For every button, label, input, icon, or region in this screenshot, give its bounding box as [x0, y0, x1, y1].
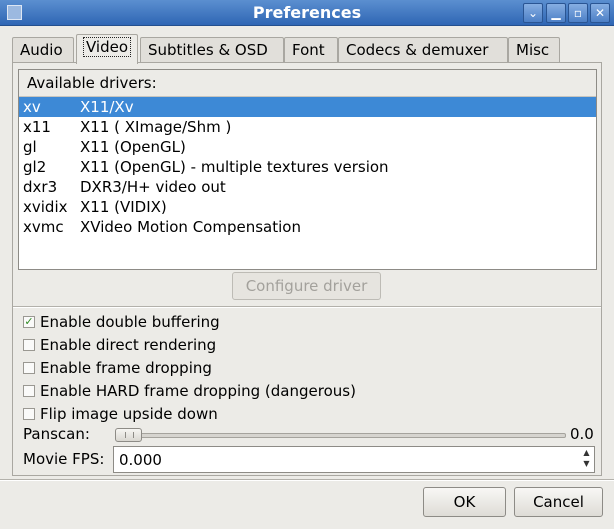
driver-description: DXR3/H+ video out [80, 178, 226, 196]
driver-description: X11 (OpenGL) - multiple textures version [80, 158, 389, 176]
tab-label: Font [292, 41, 325, 59]
driver-row-xv[interactable]: xv X11/Xv [19, 97, 596, 117]
checkbox-box[interactable] [23, 408, 35, 420]
panscan-slider-track[interactable] [117, 433, 566, 438]
driver-name: xvidix [23, 198, 68, 216]
window-title: Preferences [252, 3, 362, 22]
checkbox-label: Enable frame dropping [40, 359, 212, 377]
panscan-slider-handle[interactable] [115, 428, 142, 442]
panscan-label: Panscan: [23, 425, 90, 443]
checkbox-box[interactable] [23, 339, 35, 351]
tab-label: Codecs & demuxer [346, 41, 489, 59]
driver-description: X11/Xv [80, 98, 134, 116]
driver-row-dxr3[interactable]: dxr3 DXR3/H+ video out [19, 177, 596, 197]
driver-row-xvmc[interactable]: xvmc XVideo Motion Compensation [19, 217, 596, 237]
panscan-value: 0.0 [570, 425, 594, 443]
tab-codecs-demuxer[interactable]: Codecs & demuxer [338, 37, 508, 63]
maximize-icon[interactable]: ▫ [568, 3, 588, 23]
driver-list[interactable]: Available drivers: xv X11/Xv x11 X11 ( X… [18, 69, 597, 270]
checkbox-box[interactable] [23, 362, 35, 374]
movie-fps-input[interactable] [113, 446, 595, 473]
driver-description: X11 ( XImage/Shm ) [80, 118, 232, 136]
spin-down-icon[interactable]: ▼ [579, 458, 594, 469]
checkmark-icon[interactable]: ✓ [23, 316, 35, 328]
minimize-icon[interactable]: ▁ [546, 3, 566, 23]
spin-up-icon[interactable]: ▲ [579, 447, 594, 458]
checkbox-label: Enable direct rendering [40, 336, 217, 354]
ok-button[interactable]: OK [423, 487, 506, 517]
driver-description: X11 (VIDIX) [80, 198, 167, 216]
chevron-down-icon[interactable]: ⌄ [523, 3, 543, 23]
driver-description: XVideo Motion Compensation [80, 218, 301, 236]
driver-name: x11 [23, 118, 51, 136]
cancel-button[interactable]: Cancel [514, 487, 603, 517]
driver-row-x11[interactable]: x11 X11 ( XImage/Shm ) [19, 117, 596, 137]
checkbox-box[interactable] [23, 385, 35, 397]
driver-description: X11 (OpenGL) [80, 138, 186, 156]
driver-name: gl [23, 138, 37, 156]
tab-label: Video [82, 37, 132, 57]
separator [0, 479, 614, 481]
title-bar[interactable]: Preferences ⌄ ▁ ▫ ✕ [0, 0, 614, 26]
tab-misc[interactable]: Misc [508, 37, 560, 63]
fps-spinner[interactable]: ▲ ▼ [579, 447, 594, 472]
tab-label: Audio [20, 41, 63, 59]
driver-row-gl2[interactable]: gl2 X11 (OpenGL) - multiple textures ver… [19, 157, 596, 177]
tab-subtitles-osd[interactable]: Subtitles & OSD [140, 37, 284, 63]
driver-list-header: Available drivers: [19, 70, 596, 97]
tab-label: Misc [516, 41, 550, 59]
driver-name: dxr3 [23, 178, 58, 196]
driver-row-xvidix[interactable]: xvidix X11 (VIDIX) [19, 197, 596, 217]
movie-fps-label: Movie FPS: [23, 450, 105, 468]
configure-driver-button[interactable]: Configure driver [232, 272, 381, 300]
driver-name: gl2 [23, 158, 47, 176]
tab-font[interactable]: Font [284, 37, 338, 63]
separator [13, 306, 601, 308]
tab-video[interactable]: Video [76, 34, 138, 64]
close-icon[interactable]: ✕ [590, 3, 610, 23]
tab-label: Subtitles & OSD [148, 41, 268, 59]
checkbox-label: Enable HARD frame dropping (dangerous) [40, 382, 356, 400]
driver-name: xvmc [23, 218, 64, 236]
driver-row-gl[interactable]: gl X11 (OpenGL) [19, 137, 596, 157]
checkbox-label: Flip image upside down [40, 405, 218, 423]
driver-name: xv [23, 98, 41, 116]
checkbox-label: Enable double buffering [40, 313, 220, 331]
tab-audio[interactable]: Audio [12, 37, 74, 63]
